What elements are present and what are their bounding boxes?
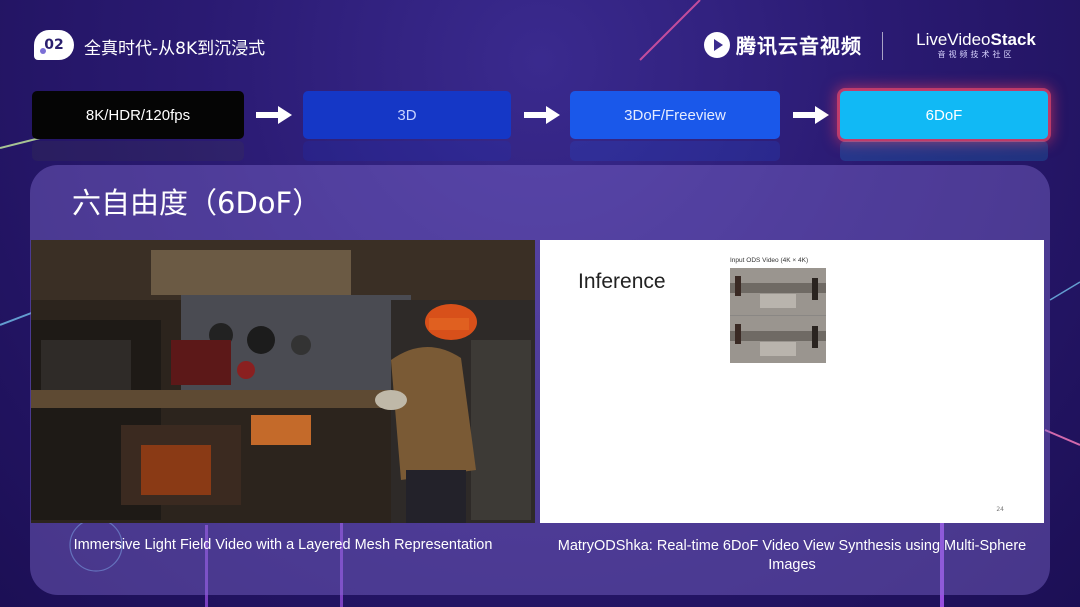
- step-reflection: [32, 141, 244, 161]
- step-reflection: [840, 141, 1048, 161]
- step-reflection: [570, 141, 780, 161]
- arrow-right-icon: [793, 106, 831, 124]
- workshop-scene-image: [31, 240, 535, 523]
- step-3d: 3D: [303, 91, 511, 139]
- lvs-prefix: LiveVideo: [916, 30, 991, 49]
- section-title: 全真时代-从8K到沉浸式: [84, 39, 266, 59]
- lvs-suffix: Stack: [990, 30, 1036, 49]
- section-badge: 02: [34, 30, 74, 60]
- play-logo-icon: [704, 31, 730, 58]
- slide-number: 24: [996, 506, 1004, 513]
- panel-title: 六自由度（6DoF）: [72, 186, 322, 220]
- lvs-subtitle: 音视频技术社区: [937, 50, 1015, 59]
- right-caption: MatryODShka: Real-time 6DoF Video View S…: [557, 538, 1027, 573]
- livevideostack-logo: LiveVideoStack 音视频技术社区: [908, 30, 1044, 60]
- light-field-video-frame[interactable]: [31, 240, 535, 523]
- step-reflection: [303, 141, 511, 161]
- tencent-cloud-logo: 腾讯云音视频: [704, 30, 862, 59]
- matryodshka-slide-frame[interactable]: Inference Input ODS Video (4K × 4K) 24: [540, 240, 1044, 523]
- arrow-right-icon: [256, 106, 294, 124]
- step-6dof-active: 6DoF: [840, 91, 1048, 139]
- step-8k-hdr: 8K/HDR/120fps: [32, 91, 244, 139]
- ods-video-thumbnail: [730, 268, 826, 363]
- tencent-brand-text: 腾讯云音视频: [736, 34, 862, 58]
- ods-video-label: Input ODS Video (4K × 4K): [730, 257, 809, 264]
- section-number: 02: [44, 37, 64, 53]
- arrow-right-icon: [524, 106, 562, 124]
- badge-dot: [40, 48, 46, 54]
- brand-divider: [882, 32, 883, 60]
- step-3dof-freeview: 3DoF/Freeview: [570, 91, 780, 139]
- slide-title: Inference: [578, 270, 666, 293]
- left-caption: Immersive Light Field Video with a Layer…: [73, 537, 493, 553]
